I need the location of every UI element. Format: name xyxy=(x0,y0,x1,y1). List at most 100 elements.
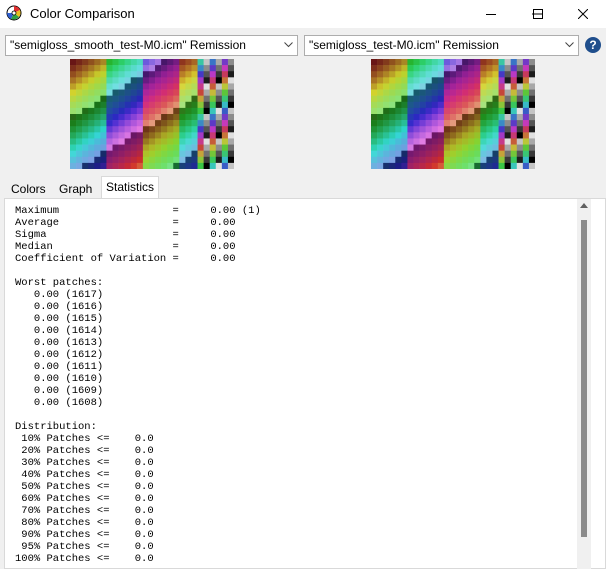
chart-patch xyxy=(209,156,217,164)
chart-patch xyxy=(522,150,530,158)
chart-patch xyxy=(425,101,433,109)
tab-statistics[interactable]: Statistics xyxy=(101,176,160,198)
tab-colors[interactable]: Colors xyxy=(11,180,46,198)
statistics-text: Maximum = 0.00 (1) Average = 0.00 Sigma … xyxy=(15,205,261,565)
chart-patch xyxy=(130,77,138,84)
chart-patch xyxy=(437,101,445,109)
chart-patch xyxy=(383,95,390,103)
chart-patch xyxy=(106,156,113,164)
close-control[interactable] xyxy=(560,0,606,28)
chart-patch xyxy=(227,95,234,103)
minimize-control[interactable] xyxy=(468,0,514,28)
chart-patch xyxy=(215,156,223,164)
chart-patch xyxy=(486,138,493,145)
chart-patch xyxy=(155,144,162,151)
chart-patch xyxy=(203,120,210,127)
chart-patch xyxy=(528,114,535,121)
scroll-up-icon[interactable] xyxy=(580,203,588,208)
chart-patch xyxy=(100,114,107,121)
chart-patch xyxy=(124,150,132,158)
tab-graph[interactable]: Graph xyxy=(59,180,92,198)
chart-patch xyxy=(76,132,83,139)
chart-patch xyxy=(70,120,77,127)
chart-patch xyxy=(136,71,144,78)
chart-patch xyxy=(155,162,162,169)
chart-patch xyxy=(480,114,487,121)
chart-patch xyxy=(185,156,192,164)
chart-patch xyxy=(173,59,180,66)
chart-patch xyxy=(516,138,524,145)
chart-patch xyxy=(449,89,457,96)
chart-patch xyxy=(468,114,475,121)
chart-patch xyxy=(185,132,192,139)
chart-patch xyxy=(474,144,481,151)
chart-patch xyxy=(118,114,125,121)
chart-patch xyxy=(492,95,499,103)
chart-patch xyxy=(371,65,378,72)
chart-patch xyxy=(377,144,384,151)
chart-patch xyxy=(130,107,138,115)
chart-patch xyxy=(161,95,168,103)
chart-patch xyxy=(449,126,457,133)
chart-patch xyxy=(431,101,439,109)
chart-patch xyxy=(371,150,378,158)
chart-patch xyxy=(462,89,469,96)
chart-patch xyxy=(185,144,192,151)
chart-patch xyxy=(377,71,384,78)
chart-patch xyxy=(197,144,204,151)
chart-patch xyxy=(185,83,192,90)
chart-patch xyxy=(419,59,426,66)
chart-patch xyxy=(203,77,210,84)
chart-patch xyxy=(492,126,499,133)
chart-patch xyxy=(474,120,481,127)
chart-patch xyxy=(504,114,511,121)
maximize-control[interactable] xyxy=(515,0,561,28)
chart-patch xyxy=(389,114,396,121)
chart-patch xyxy=(492,65,499,72)
chart-patch xyxy=(197,101,204,109)
chart-patch xyxy=(407,114,414,121)
chart-patch xyxy=(401,101,408,109)
chart-patch xyxy=(185,114,192,121)
chart-patch xyxy=(136,144,144,151)
chart-patch xyxy=(389,156,396,164)
chart-patch xyxy=(510,162,518,169)
chart-patch xyxy=(431,114,439,121)
chart-patch xyxy=(498,156,505,164)
chart-patch xyxy=(70,71,77,78)
chart-patch xyxy=(371,144,378,151)
chart-patch xyxy=(185,59,192,66)
chart-patch xyxy=(88,162,95,169)
scrollbar-thumb[interactable] xyxy=(581,220,587,537)
chart-patch xyxy=(161,107,168,115)
chart-patch xyxy=(371,89,378,96)
chart-patch xyxy=(498,59,505,66)
chart-patch xyxy=(179,114,186,121)
chart-patch xyxy=(191,114,198,121)
chart-patch xyxy=(510,89,518,96)
right-profile-select[interactable]: "semigloss_test-M0.icm" Remission xyxy=(304,35,579,56)
chart-patch xyxy=(413,162,420,169)
chart-patch xyxy=(148,138,156,145)
chart-patch xyxy=(215,101,223,109)
chart-patch xyxy=(456,83,463,90)
chart-patch xyxy=(106,120,113,127)
chart-patch xyxy=(516,114,524,121)
chart-patch xyxy=(106,95,113,103)
chart-patch xyxy=(215,95,223,103)
help-icon[interactable]: ? xyxy=(585,37,601,53)
chart-patch xyxy=(498,126,505,133)
chart-patch xyxy=(407,132,414,139)
chart-patch xyxy=(112,126,119,133)
vertical-scrollbar[interactable] xyxy=(577,199,591,569)
chart-patch xyxy=(377,120,384,127)
chart-patch xyxy=(155,71,162,78)
chart-patch xyxy=(88,120,95,127)
chart-patch xyxy=(70,101,77,109)
chart-patch xyxy=(179,120,186,127)
chart-patch xyxy=(419,150,426,158)
chart-patch xyxy=(197,95,204,103)
chart-patch xyxy=(522,89,530,96)
left-profile-select[interactable]: "semigloss_smooth_test-M0.icm" Remission xyxy=(5,35,298,56)
chart-patch xyxy=(528,59,535,66)
